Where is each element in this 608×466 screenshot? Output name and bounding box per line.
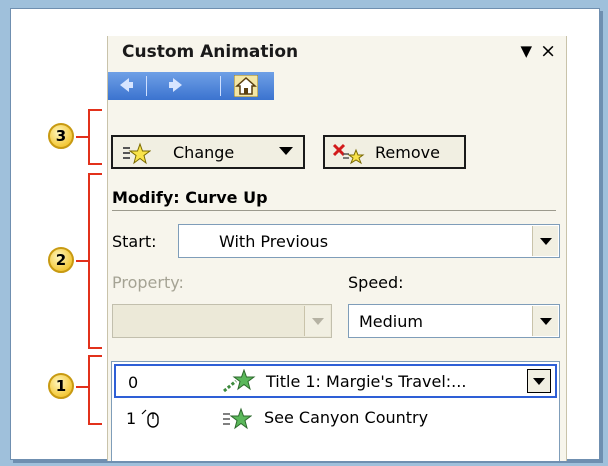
chevron-down-icon[interactable] bbox=[532, 226, 558, 256]
list-item[interactable]: 1 See Canyon Country bbox=[114, 402, 557, 436]
callout-bracket bbox=[88, 347, 102, 349]
pane-menu-icon[interactable]: ▼ bbox=[520, 42, 532, 60]
callout-2: 2 bbox=[48, 247, 74, 273]
animation-item-label: Title 1: Margie's Travel:... bbox=[266, 372, 467, 391]
custom-animation-pane: Custom Animation ▼ × Change Remove Modif… bbox=[107, 36, 567, 461]
forward-arrow-icon[interactable] bbox=[164, 75, 188, 97]
remove-effect-icon bbox=[331, 142, 365, 170]
change-effect-icon bbox=[121, 142, 152, 170]
chevron-down-icon bbox=[304, 306, 330, 336]
home-icon[interactable] bbox=[233, 74, 259, 98]
chevron-down-icon bbox=[279, 147, 293, 155]
animation-item-label: See Canyon Country bbox=[264, 408, 429, 427]
callout-bracket bbox=[88, 355, 102, 357]
callout-1: 1 bbox=[48, 373, 74, 399]
animation-order: 0 bbox=[128, 373, 139, 392]
change-button-label: Change bbox=[173, 143, 235, 162]
entrance-effect-icon bbox=[222, 407, 253, 435]
speed-label: Speed: bbox=[348, 273, 404, 292]
property-label: Property: bbox=[112, 273, 184, 292]
speed-dropdown[interactable]: Medium bbox=[348, 304, 560, 338]
remove-button[interactable]: Remove bbox=[323, 135, 466, 169]
animation-list[interactable]: 0 Title 1: Margie's Travel:... 1 See Can… bbox=[111, 361, 560, 461]
illustration-frame: Custom Animation ▼ × Change Remove Modif… bbox=[10, 8, 600, 461]
chevron-down-icon[interactable] bbox=[527, 369, 551, 393]
callout-bracket bbox=[88, 173, 102, 175]
pane-title: Custom Animation bbox=[122, 42, 299, 62]
chevron-down-icon[interactable] bbox=[532, 306, 558, 336]
start-dropdown-value: With Previous bbox=[219, 232, 329, 251]
nav-separator bbox=[146, 76, 147, 96]
property-dropdown bbox=[112, 304, 332, 338]
callout-connector bbox=[76, 386, 88, 388]
back-arrow-icon[interactable] bbox=[114, 75, 138, 97]
callout-bracket bbox=[88, 173, 90, 349]
close-icon[interactable]: × bbox=[540, 40, 556, 62]
callout-bracket bbox=[88, 355, 90, 425]
speed-dropdown-value: Medium bbox=[359, 312, 423, 331]
callout-3: 3 bbox=[48, 123, 74, 149]
list-item[interactable]: 0 Title 1: Margie's Travel:... bbox=[114, 364, 557, 398]
motion-path-icon bbox=[222, 368, 256, 399]
start-label: Start: bbox=[112, 232, 157, 251]
callout-bracket bbox=[88, 163, 102, 165]
section-divider bbox=[112, 210, 556, 211]
nav-separator bbox=[220, 76, 221, 96]
pane-navigation-bar bbox=[108, 72, 274, 100]
callout-bracket bbox=[88, 109, 102, 111]
change-button[interactable]: Change bbox=[111, 135, 305, 169]
callout-bracket bbox=[88, 109, 90, 165]
remove-button-label: Remove bbox=[375, 143, 440, 162]
callout-connector bbox=[76, 260, 88, 262]
modify-section-title: Modify: Curve Up bbox=[112, 188, 268, 207]
animation-order: 1 bbox=[126, 409, 137, 428]
start-dropdown[interactable]: With Previous bbox=[178, 224, 560, 258]
callout-connector bbox=[76, 136, 88, 138]
callout-bracket bbox=[88, 423, 102, 425]
mouse-click-icon bbox=[138, 408, 164, 434]
